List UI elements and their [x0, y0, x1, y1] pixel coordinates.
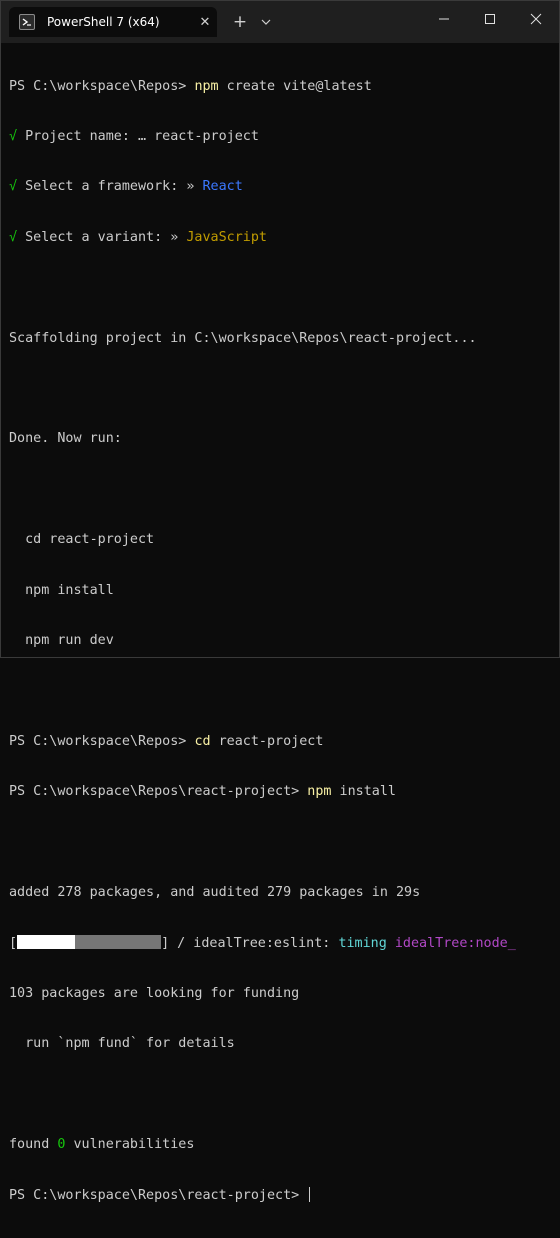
- terminal-output[interactable]: PS C:\workspace\Repos> npm create vite@l…: [1, 43, 559, 1204]
- maximize-button[interactable]: [467, 1, 513, 37]
- line-text: Select a variant:: [17, 229, 171, 245]
- vulnerability-count: 0: [57, 1136, 66, 1152]
- text-cursor: [309, 1187, 311, 1203]
- progress-bar: [17, 935, 162, 950]
- terminal-line: PS C:\workspace\Repos> cd react-project: [9, 734, 559, 751]
- progress-status: ] / idealTree:eslint:: [161, 936, 339, 952]
- timing-label: timing: [338, 936, 387, 952]
- framework-value: React: [194, 179, 243, 195]
- terminal-line: √ Select a framework: » React: [9, 179, 559, 196]
- terminal-line: PS C:\workspace\Repos\react-project> npm…: [9, 784, 559, 801]
- powershell-icon: [19, 14, 35, 30]
- terminal-window: PowerShell 7 (x64) ✕ + PS C:\workspace\R…: [0, 0, 560, 1204]
- title-bar: PowerShell 7 (x64) ✕ +: [1, 1, 559, 43]
- progress-tail: idealTree:node_: [386, 936, 516, 952]
- terminal-line: Scaffolding project in C:\workspace\Repo…: [9, 330, 477, 346]
- terminal-line: PS C:\workspace\Repos> npm create vite@l…: [9, 79, 559, 96]
- terminal-line: cd react-project: [9, 532, 155, 548]
- terminal-line: found 0 vulnerabilities: [9, 1137, 559, 1154]
- terminal-line: added 278 packages, and audited 279 pack…: [9, 884, 421, 900]
- terminal-line: PS C:\workspace\Repos\react-project>: [9, 1187, 559, 1204]
- terminal-line: Done. Now run:: [9, 431, 122, 447]
- terminal-line: npm run dev: [9, 632, 114, 648]
- command: cd: [194, 733, 211, 749]
- check-icon: √: [9, 179, 18, 195]
- terminal-line: √ Project name: … react-project: [9, 129, 559, 146]
- check-icon: √: [9, 128, 18, 144]
- tab-powershell[interactable]: PowerShell 7 (x64) ✕: [9, 7, 217, 37]
- command: npm: [307, 784, 332, 800]
- prompt: PS C:\workspace\Repos>: [9, 78, 195, 94]
- terminal-line: run `npm fund` for details: [9, 1036, 235, 1052]
- command: npm: [194, 78, 219, 94]
- variant-value: JavaScript: [178, 229, 267, 245]
- prompt: PS C:\workspace\Repos>: [9, 733, 195, 749]
- prompt: PS C:\workspace\Repos\react-project>: [9, 1188, 308, 1204]
- prompt: PS C:\workspace\Repos\react-project>: [9, 784, 308, 800]
- terminal-line: √ Select a variant: » JavaScript: [9, 230, 559, 247]
- close-window-button[interactable]: [513, 1, 559, 37]
- command-args: create vite@latest: [218, 78, 372, 94]
- command-args: react-project: [210, 733, 324, 749]
- terminal-line: [ ] / idealTree:eslint: timing idealTree:…: [9, 935, 559, 952]
- new-tab-button[interactable]: +: [229, 9, 251, 35]
- command-args: install: [331, 784, 396, 800]
- terminal-line: npm install: [9, 582, 114, 598]
- line-text: Project name: … react-project: [17, 128, 259, 144]
- minimize-button[interactable]: [421, 1, 467, 37]
- line-text: vulnerabilities: [65, 1136, 195, 1152]
- terminal-line: 103 packages are looking for funding: [9, 985, 300, 1001]
- check-icon: √: [9, 229, 18, 245]
- bracket: [: [9, 936, 18, 952]
- tab-close-icon[interactable]: ✕: [193, 15, 217, 30]
- line-text: found: [9, 1136, 58, 1152]
- line-text: Select a framework:: [17, 179, 187, 195]
- chevron-down-icon[interactable]: [257, 9, 275, 35]
- tab-title: PowerShell 7 (x64): [47, 15, 160, 29]
